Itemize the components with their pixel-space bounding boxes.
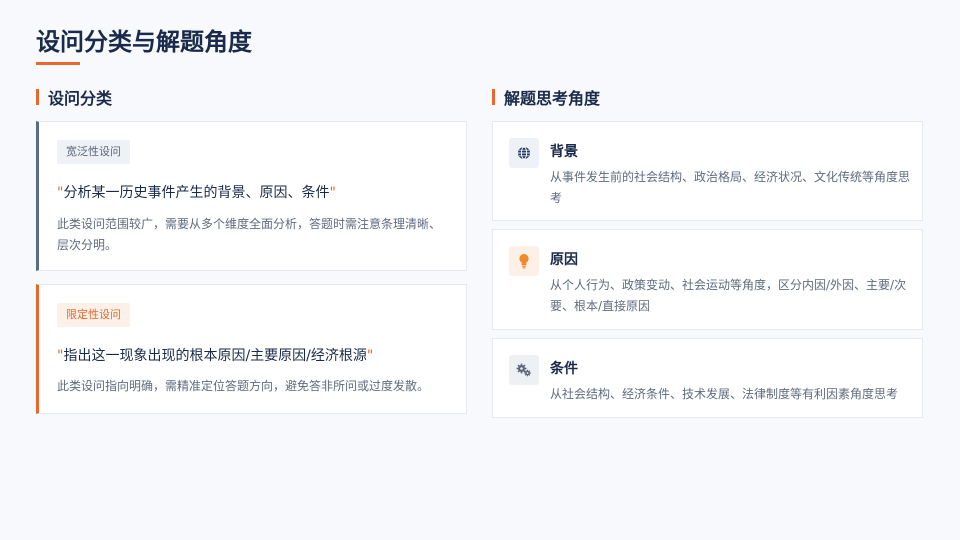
question-example: "分析某一历史事件产生的背景、原因、条件" [57, 182, 336, 202]
angle-title: 原因 [550, 252, 578, 268]
question-example-text: 指出这一现象出现的根本原因/主要原因/经济根源 [63, 348, 367, 364]
heading-accent-bar [492, 89, 495, 105]
heading-accent-bar [36, 89, 39, 105]
question-type-description: 此类设问指向明确，需精准定位答题方向，避免答非所问或过度发散。 [57, 379, 430, 393]
close-quote: " [366, 348, 374, 364]
section-heading-thinking-angles: 解题思考角度 [492, 86, 600, 108]
angle-title: 条件 [550, 361, 578, 377]
angle-description: 从事件发生前的社会结构、政治格局、经济状况、文化传统等角度思考 [550, 170, 911, 205]
question-example-text: 分析某一历史事件产生的背景、原因、条件 [63, 185, 330, 201]
title-underline [36, 62, 80, 65]
question-type-description: 此类设问范围较广，需要从多个维度全面分析，答题时需注意条理清晰、层次分明。 [57, 217, 442, 252]
question-type-card-broad: 宽泛性设问 "分析某一历史事件产生的背景、原因、条件" 此类设问范围较广，需要从… [36, 121, 467, 271]
angle-description: 从社会结构、经济条件、技术发展、法律制度等有利因素角度思考 [550, 387, 899, 401]
angle-title: 背景 [550, 144, 578, 160]
gears-icon [509, 355, 539, 385]
section-heading-label: 设问分类 [48, 89, 113, 108]
section-heading-question-types: 设问分类 [36, 86, 112, 108]
angle-card-background: 背景 从事件发生前的社会结构、政治格局、经济状况、文化传统等角度思考 [492, 121, 923, 221]
section-heading-label: 解题思考角度 [504, 89, 601, 108]
lightbulb-icon [509, 246, 539, 276]
question-type-tag: 限定性设问 [57, 303, 130, 327]
angle-card-condition: 条件 从社会结构、经济条件、技术发展、法律制度等有利因素角度思考 [492, 338, 923, 418]
globe-icon [509, 138, 539, 168]
question-example: "指出这一现象出现的根本原因/主要原因/经济根源" [57, 345, 373, 365]
angle-card-cause: 原因 从个人行为、政策变动、社会运动等角度，区分内因/外因、主要/次要、根本/直… [492, 229, 923, 330]
question-type-tag: 宽泛性设问 [57, 140, 130, 164]
question-type-card-specific: 限定性设问 "指出这一现象出现的根本原因/主要原因/经济根源" 此类设问指向明确… [36, 284, 467, 414]
close-quote: " [329, 185, 336, 201]
page-title: 设问分类与解题角度 [36, 28, 252, 56]
angle-description: 从个人行为、政策变动、社会运动等角度，区分内因/外因、主要/次要、根本/直接原因 [550, 278, 907, 313]
